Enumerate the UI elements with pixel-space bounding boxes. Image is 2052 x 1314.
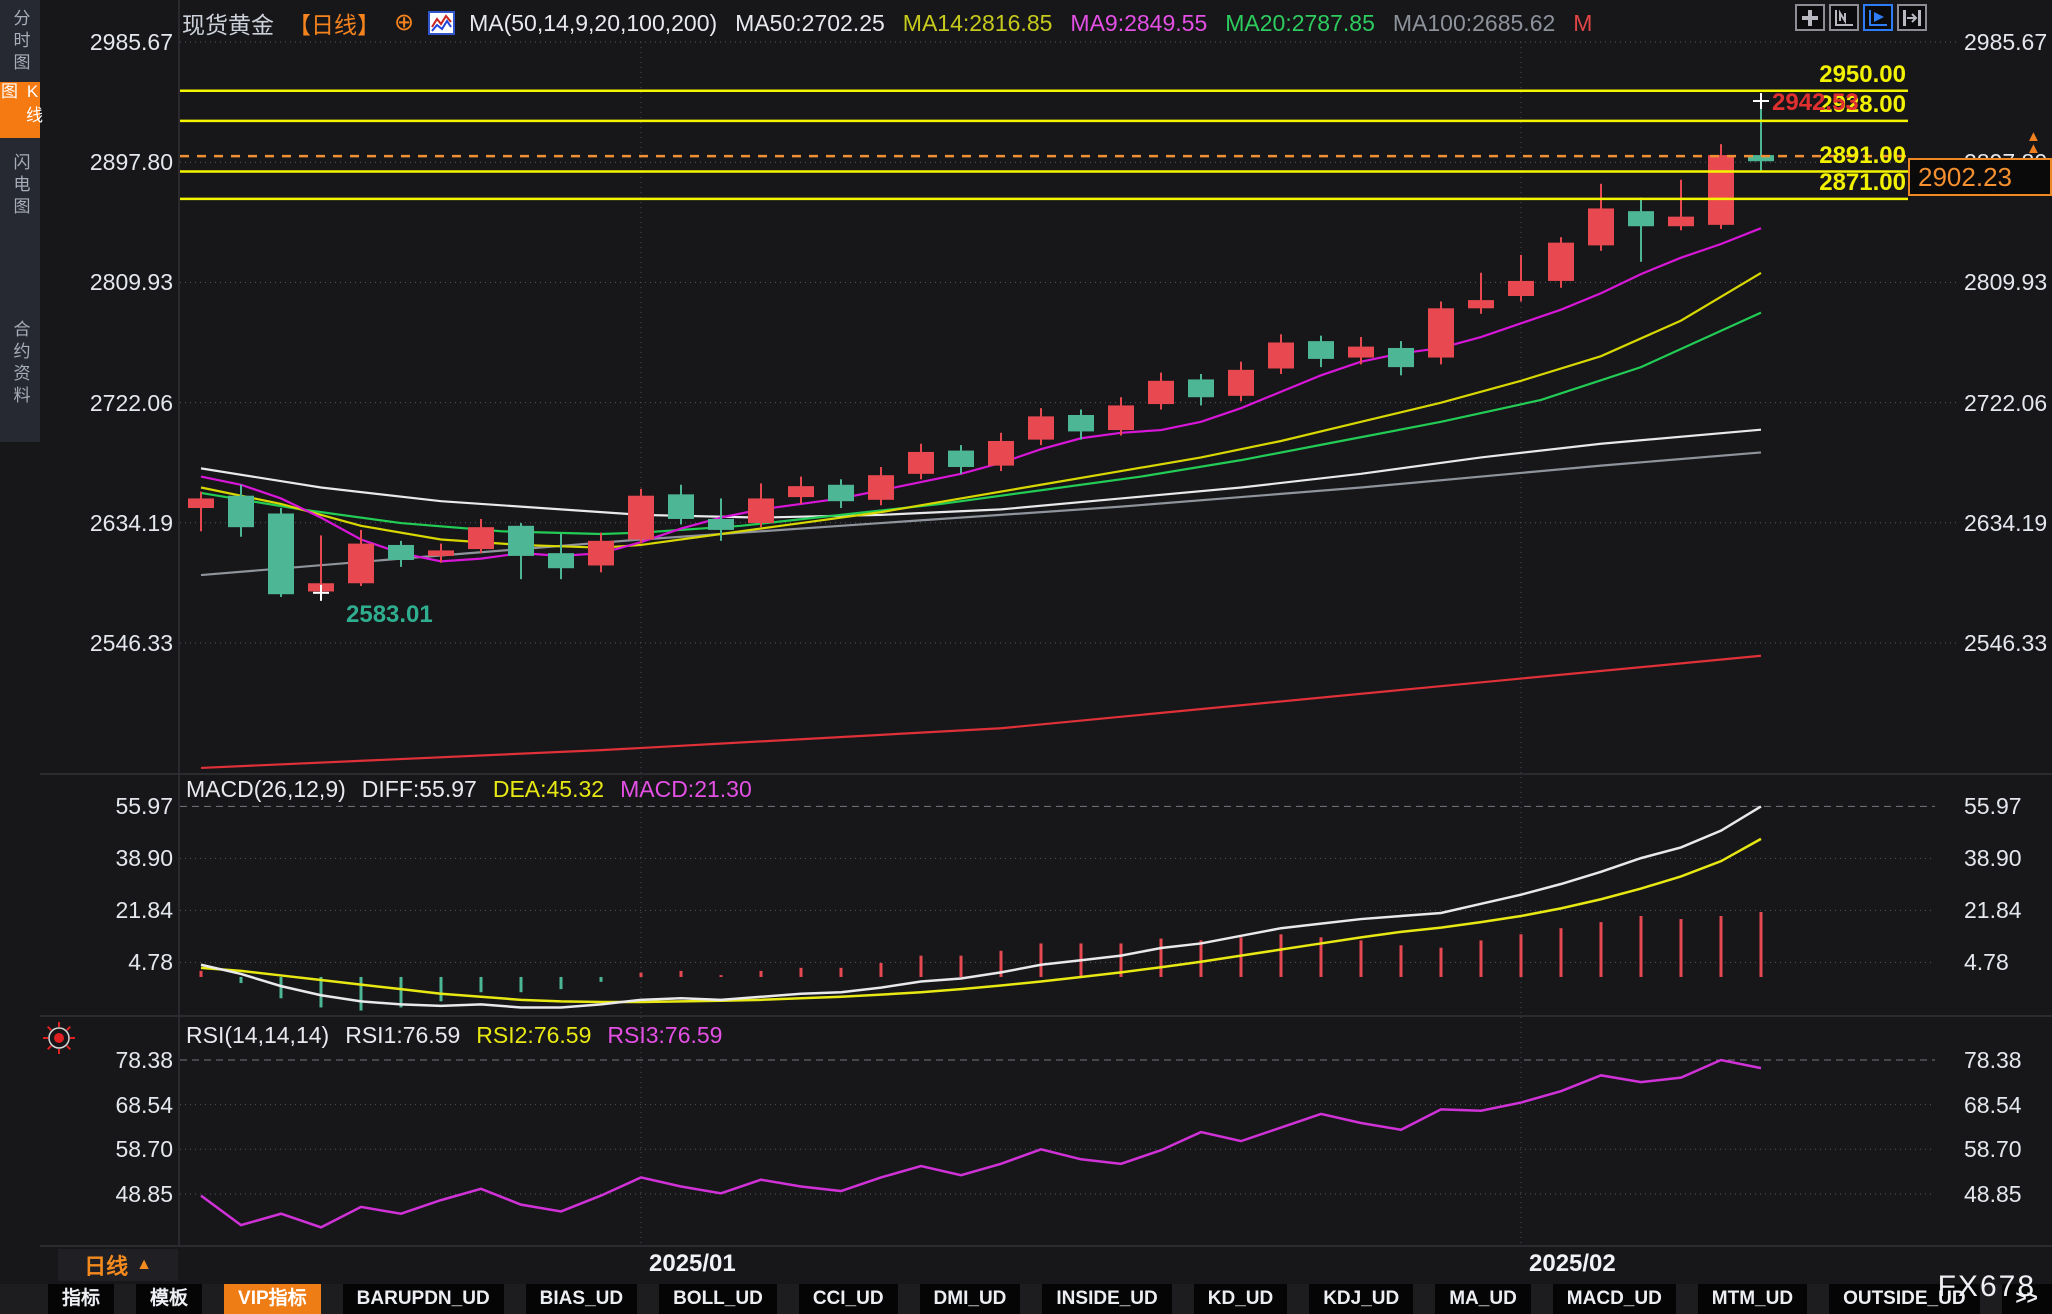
indicator-value-label: RSI3:76.59 bbox=[607, 1022, 722, 1049]
add-overlay-icon[interactable]: ⊕ bbox=[394, 12, 414, 34]
indicator-tab[interactable]: BARUPDN_UD bbox=[343, 1284, 504, 1314]
ma-value-label: MA(50,14,9,20,100,200) bbox=[469, 10, 717, 37]
sidebar-item-tab[interactable]: 合约资料 bbox=[0, 298, 40, 430]
indicator-tab[interactable]: KD_UD bbox=[1194, 1284, 1287, 1314]
chart-header: 现货黄金 【日线】 ⊕ MA(50,14,9,20,100,200) MA50:2… bbox=[182, 6, 1592, 40]
symbol-name: 现货黄金 bbox=[182, 6, 274, 40]
grid-layout-icon[interactable] bbox=[1795, 4, 1825, 31]
watermark: FX678 bbox=[1938, 1270, 2036, 1304]
macd-axis-label-left: 21.84 bbox=[43, 897, 173, 924]
macd-axis-label-right: 21.84 bbox=[1964, 897, 2022, 924]
indicator-tab[interactable]: 指标 bbox=[48, 1284, 114, 1314]
axis-scale-icon[interactable] bbox=[1829, 4, 1859, 31]
indicator-tab[interactable]: INSIDE_UD bbox=[1042, 1284, 1171, 1314]
macd-axis-label-left: 55.97 bbox=[43, 793, 173, 820]
main-axis-label-right: 2634.19 bbox=[1964, 510, 2047, 537]
current-price-tag: 2902.23 bbox=[1908, 158, 2052, 196]
rsi-header: RSI(14,14,14) RSI1:76.59 RSI2:76.59 RSI3:76… bbox=[186, 1022, 722, 1049]
rsi-axis-label-right: 48.85 bbox=[1964, 1181, 2022, 1208]
date-axis-label: 2025/01 bbox=[649, 1250, 736, 1278]
indicator-value-label: MACD(26,12,9) bbox=[186, 776, 346, 803]
rsi-axis-label-left: 68.54 bbox=[43, 1092, 173, 1119]
indicator-value-label: MACD:21.30 bbox=[620, 776, 752, 803]
ma-value-label: MA9:2849.55 bbox=[1070, 10, 1207, 37]
period-selector-label: 日线 bbox=[84, 1249, 128, 1281]
alert-icon[interactable] bbox=[42, 1021, 76, 1060]
main-axis-label-right: 2546.33 bbox=[1964, 630, 2047, 657]
macd-axis-label-right: 38.90 bbox=[1964, 845, 2022, 872]
right-margin-icon[interactable] bbox=[1897, 4, 1927, 31]
indicator-tab[interactable]: MTM_UD bbox=[1698, 1284, 1807, 1314]
main-axis-label-right: 2722.06 bbox=[1964, 390, 2047, 417]
indicator-value-label: RSI1:76.59 bbox=[345, 1022, 460, 1049]
main-axis-label-left: 2546.33 bbox=[43, 630, 173, 657]
main-axis-label-left: 2722.06 bbox=[43, 390, 173, 417]
macd-axis-label-right: 55.97 bbox=[1964, 793, 2022, 820]
chart-canvas[interactable] bbox=[0, 0, 2052, 1314]
indicator-tab[interactable]: VIP指标 bbox=[224, 1284, 321, 1314]
sidebar-item-active[interactable]: K线图 bbox=[0, 82, 40, 138]
high-marker-label: 2942.53 bbox=[1772, 89, 1859, 117]
chevron-up-icon: ▲ bbox=[136, 1256, 152, 1274]
rsi-axis-label-right: 78.38 bbox=[1964, 1047, 2022, 1074]
main-axis-label-left: 2897.80 bbox=[43, 149, 173, 176]
sidebar: 分时图K线图闪电图合约资料 bbox=[0, 0, 40, 442]
trading-app: 现货黄金 【日线】 ⊕ MA(50,14,9,20,100,200) MA50:2… bbox=[0, 0, 2052, 1314]
macd-axis-label-right: 4.78 bbox=[1964, 949, 2009, 976]
main-axis-label-left: 2985.67 bbox=[43, 29, 173, 56]
rsi-axis-label-right: 68.54 bbox=[1964, 1092, 2022, 1119]
macd-axis-label-left: 38.90 bbox=[43, 845, 173, 872]
ma-value-label: MA100:2685.62 bbox=[1393, 10, 1555, 37]
low-marker-label: 2583.01 bbox=[346, 601, 433, 629]
level-price-label: 2891.00 bbox=[1756, 142, 1906, 170]
sidebar-item-tab[interactable]: 闪电图 bbox=[0, 140, 40, 232]
main-axis-label-right: 2809.93 bbox=[1964, 269, 2047, 296]
indicator-tab[interactable]: DMI_UD bbox=[920, 1284, 1021, 1314]
ma-value-label: MA50:2702.25 bbox=[735, 10, 885, 37]
main-axis-label-right: 2985.67 bbox=[1964, 29, 2047, 56]
indicator-tab[interactable]: MA_UD bbox=[1435, 1284, 1531, 1314]
indicator-tab[interactable]: BIAS_UD bbox=[526, 1284, 637, 1314]
rsi-axis-label-left: 58.70 bbox=[43, 1136, 173, 1163]
auto-scroll-icon[interactable] bbox=[1863, 4, 1893, 31]
period-tag[interactable]: 【日线】 bbox=[288, 6, 380, 40]
indicator-value-label: DEA:45.32 bbox=[493, 776, 604, 803]
macd-header: MACD(26,12,9) DIFF:55.97 DEA:45.32 MACD:21.… bbox=[186, 776, 752, 803]
ma-values-row: MA(50,14,9,20,100,200) MA50:2702.25 MA14:2… bbox=[469, 10, 1592, 37]
indicator-tab[interactable]: 模板 bbox=[136, 1284, 202, 1314]
macd-axis-label-left: 4.78 bbox=[43, 949, 173, 976]
main-axis-label-left: 2809.93 bbox=[43, 269, 173, 296]
date-axis-label: 2025/02 bbox=[1529, 1250, 1616, 1278]
scroll-up-arrow-icon[interactable]: ▲ bbox=[2026, 144, 2041, 154]
ma-value-label: M bbox=[1573, 10, 1592, 37]
rsi-axis-label-right: 58.70 bbox=[1964, 1136, 2022, 1163]
indicator-value-label: RSI2:76.59 bbox=[476, 1022, 591, 1049]
ma-value-label: MA20:2787.85 bbox=[1225, 10, 1375, 37]
main-axis-label-left: 2634.19 bbox=[43, 510, 173, 537]
indicator-tab[interactable]: BOLL_UD bbox=[659, 1284, 777, 1314]
indicator-tab[interactable]: MACD_UD bbox=[1553, 1284, 1676, 1314]
indicator-tab[interactable]: CCI_UD bbox=[799, 1284, 898, 1314]
mini-chart-icon[interactable] bbox=[428, 11, 455, 35]
indicator-tabbar: 指标模板 VIP指标 BARUPDN_UD BIAS_UD BOLL_UD CCI_UD D… bbox=[0, 1284, 2052, 1314]
rsi-axis-label-left: 48.85 bbox=[43, 1181, 173, 1208]
indicator-value-label: RSI(14,14,14) bbox=[186, 1022, 329, 1049]
ma-value-label: MA14:2816.85 bbox=[903, 10, 1053, 37]
period-selector[interactable]: 日线 ▲ bbox=[58, 1249, 178, 1281]
level-price-label: 2950.00 bbox=[1756, 61, 1906, 89]
indicator-value-label: DIFF:55.97 bbox=[362, 776, 477, 803]
indicator-tab[interactable]: KDJ_UD bbox=[1309, 1284, 1413, 1314]
sidebar-item-tab[interactable]: 分时图 bbox=[0, 4, 40, 80]
level-price-label: 2871.00 bbox=[1756, 169, 1906, 197]
